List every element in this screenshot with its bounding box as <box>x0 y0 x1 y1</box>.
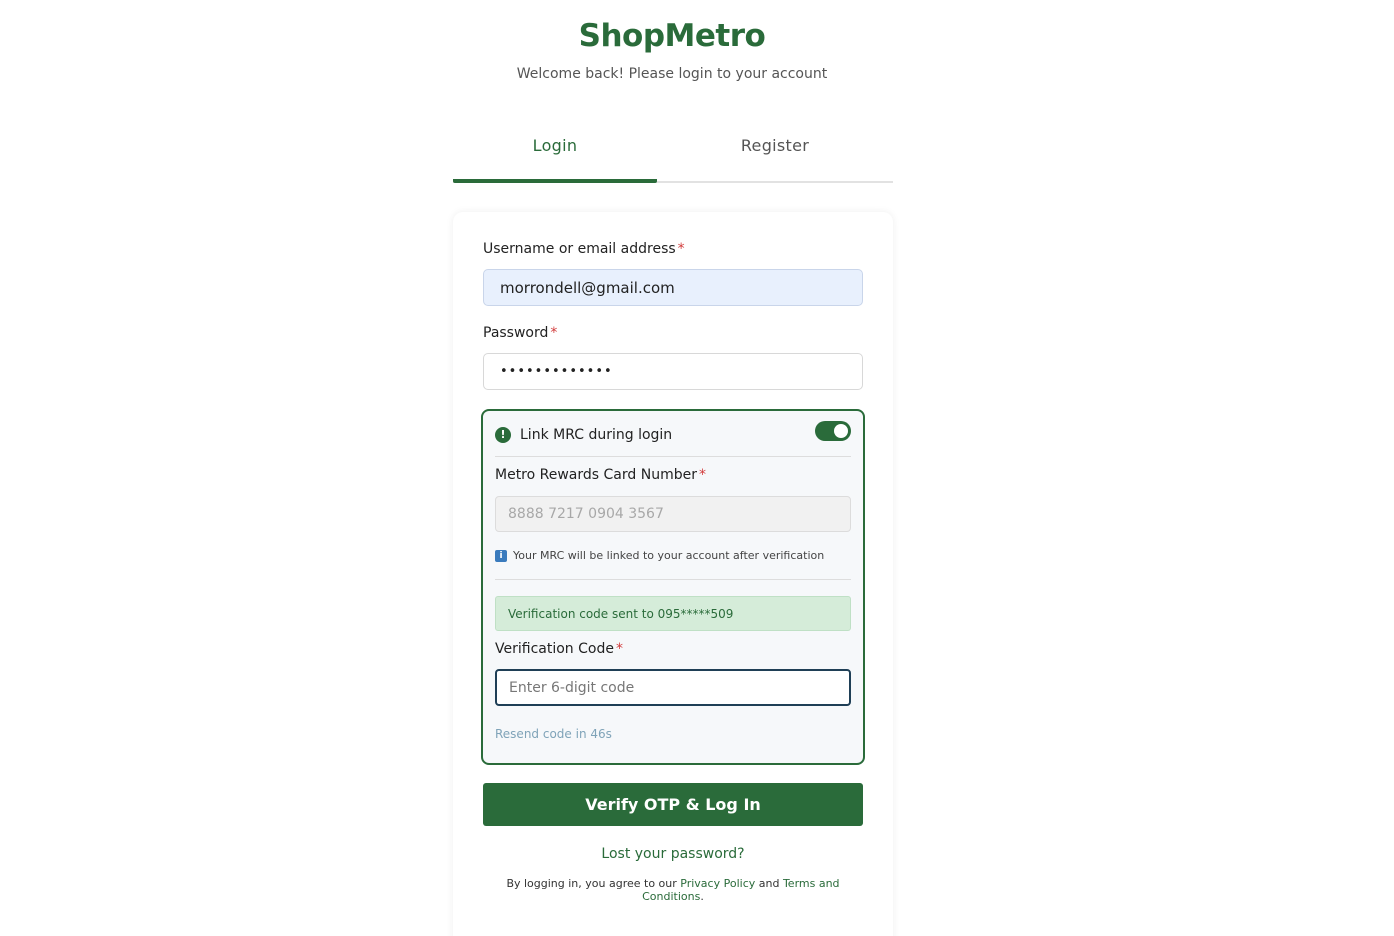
legal-prefix: By logging in, you agree to our <box>506 877 677 890</box>
privacy-policy-link[interactable]: Privacy Policy <box>680 877 755 890</box>
password-input[interactable]: ••••••••••••• <box>483 353 863 390</box>
mrc-info-text: Your MRC will be linked to your account … <box>513 549 825 562</box>
username-input[interactable]: morrondell@gmail.com <box>483 269 863 306</box>
otp-sent-message: Verification code sent to 095*****509 <box>495 596 851 631</box>
mrc-info-note: i Your MRC will be linked to your accoun… <box>495 549 824 562</box>
verification-code-input[interactable] <box>495 669 851 706</box>
verify-otp-login-button[interactable]: Verify OTP & Log In <box>483 783 863 826</box>
mrc-toggle-row: ! Link MRC during login <box>495 421 851 457</box>
auth-tabs: Login Register <box>453 122 893 183</box>
username-label-text: Username or email address <box>483 241 676 257</box>
username-label: Username or email address * <box>483 241 685 257</box>
required-mark: * <box>677 241 685 257</box>
welcome-subtitle: Welcome back! Please login to your accou… <box>516 66 828 82</box>
legal-notice: By logging in, you agree to our Privacy … <box>498 877 848 903</box>
password-label: Password * <box>483 325 557 341</box>
divider <box>495 579 851 580</box>
login-card: Username or email address * morrondell@gm… <box>453 212 893 936</box>
mrc-link-panel: ! Link MRC during login Metro Rewards Ca… <box>481 409 865 765</box>
required-mark: * <box>698 467 706 483</box>
toggle-knob <box>834 424 848 438</box>
mrc-toggle-label: Link MRC during login <box>520 426 673 443</box>
mrc-card-label-text: Metro Rewards Card Number <box>495 467 697 483</box>
lost-password-link[interactable]: Lost your password? <box>453 846 893 862</box>
alert-circle-icon: ! <box>495 426 511 443</box>
mrc-card-label: Metro Rewards Card Number * <box>495 467 706 483</box>
info-icon: i <box>495 549 507 562</box>
verification-code-label: Verification Code * <box>495 641 623 657</box>
brand-logo-title: ShopMetro <box>578 18 766 54</box>
resend-code-timer: Resend code in 46s <box>495 727 612 741</box>
login-page: ShopMetro Welcome back! Please login to … <box>0 0 1394 936</box>
mrc-link-toggle[interactable] <box>815 421 851 441</box>
legal-suffix: . <box>700 890 704 903</box>
verification-code-label-text: Verification Code <box>495 641 614 657</box>
tab-register[interactable]: Register <box>657 122 893 181</box>
password-label-text: Password <box>483 325 549 341</box>
mrc-card-number-input[interactable]: 8888 7217 0904 3567 <box>495 496 851 532</box>
legal-and: and <box>758 877 780 890</box>
tab-login[interactable]: Login <box>453 122 657 183</box>
required-mark: * <box>550 325 558 341</box>
required-mark: * <box>615 641 623 657</box>
